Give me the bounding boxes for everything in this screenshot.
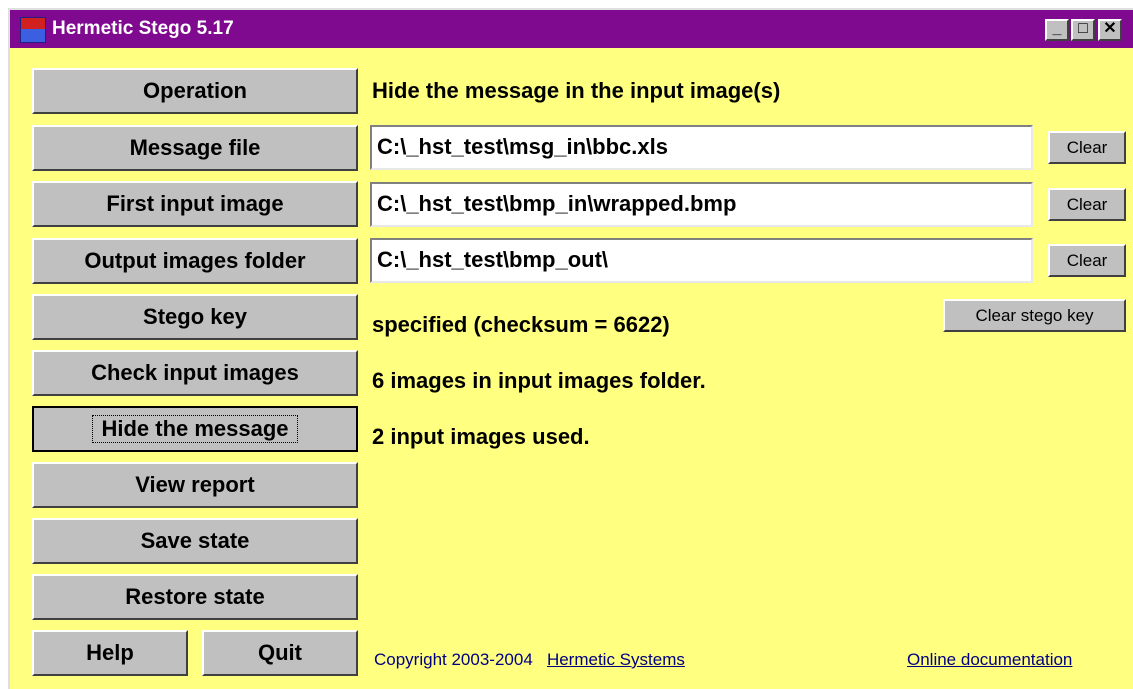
- title-bar[interactable]: Hermetic Stego 5.17 _ □ ✕: [10, 10, 1133, 48]
- maximize-button[interactable]: □: [1071, 19, 1095, 41]
- close-button[interactable]: ✕: [1098, 19, 1122, 41]
- help-button[interactable]: Help: [32, 630, 188, 676]
- app-window: Hermetic Stego 5.17 _ □ ✕ Operation Mess…: [8, 8, 1133, 689]
- message-file-button[interactable]: Message file: [32, 125, 358, 171]
- stego-key-status: specified (checksum = 6622): [372, 312, 670, 337]
- save-state-button[interactable]: Save state: [32, 518, 358, 564]
- hermetic-systems-link[interactable]: Hermetic Systems: [547, 650, 685, 669]
- output-folder-field[interactable]: C:\_hst_test\bmp_out\: [370, 238, 1033, 283]
- window-title: Hermetic Stego 5.17: [52, 18, 234, 39]
- message-file-field[interactable]: C:\_hst_test\msg_in\bbc.xls: [370, 125, 1033, 170]
- clear-input-image-button[interactable]: Clear: [1048, 188, 1126, 221]
- hide-the-message-label: Hide the message: [92, 415, 298, 443]
- restore-state-button[interactable]: Restore state: [32, 574, 358, 620]
- first-input-image-button[interactable]: First input image: [32, 181, 358, 227]
- app-icon[interactable]: [20, 17, 46, 43]
- minimize-button[interactable]: _: [1045, 19, 1069, 41]
- clear-output-folder-button[interactable]: Clear: [1048, 244, 1126, 277]
- operation-button[interactable]: Operation: [32, 68, 358, 114]
- operation-text: Hide the message in the input image(s): [372, 78, 781, 103]
- quit-button[interactable]: Quit: [202, 630, 358, 676]
- hide-status-text: 2 input images used.: [372, 424, 590, 449]
- stego-key-button[interactable]: Stego key: [32, 294, 358, 340]
- copyright-label: Copyright 2003-2004: [374, 650, 533, 669]
- view-report-button[interactable]: View report: [32, 462, 358, 508]
- online-documentation-link[interactable]: Online documentation: [907, 650, 1072, 669]
- first-input-image-field[interactable]: C:\_hst_test\bmp_in\wrapped.bmp: [370, 182, 1033, 227]
- online-documentation-container: Online documentation: [907, 650, 1072, 670]
- clear-message-file-button[interactable]: Clear: [1048, 131, 1126, 164]
- clear-stego-key-button[interactable]: Clear stego key: [943, 299, 1126, 332]
- check-input-images-button[interactable]: Check input images: [32, 350, 358, 396]
- copyright-text: Copyright 2003-2004 Hermetic Systems: [374, 650, 685, 670]
- check-status-text: 6 images in input images folder.: [372, 368, 706, 393]
- output-images-folder-button[interactable]: Output images folder: [32, 238, 358, 284]
- hide-the-message-button[interactable]: Hide the message: [32, 406, 358, 452]
